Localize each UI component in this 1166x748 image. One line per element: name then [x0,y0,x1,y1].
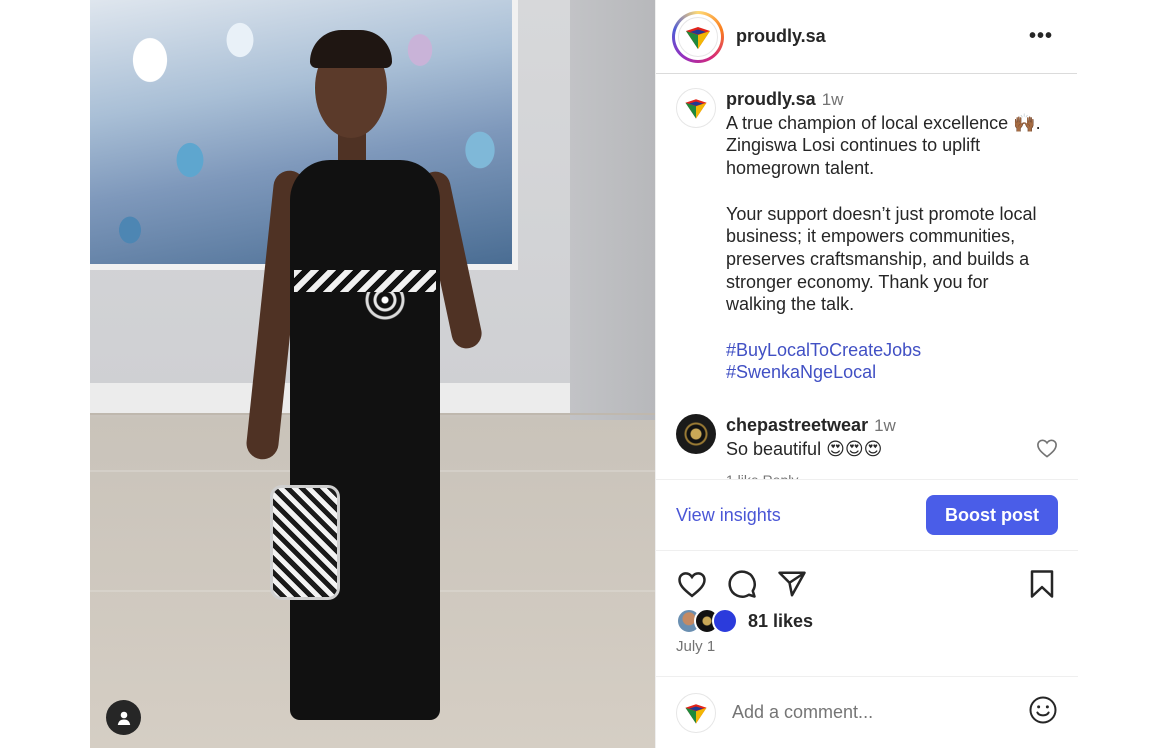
caption-line: A true champion of local excellence 🙌🏾. [726,112,1041,133]
comment-meta[interactable]: 1 like Reply [726,469,1056,479]
add-comment-bar [656,676,1078,748]
caption-avatar[interactable] [676,88,716,128]
post-header: proudly.sa ••• [656,0,1077,74]
brand-logo-icon [685,99,707,119]
dress-belt [294,270,436,292]
comment-item: chepastreetwear 1w So beautiful 😍😍😍 1 lik… [676,414,1058,479]
caption-line: business; it empowers communities, [726,226,1016,247]
post-date: July 1 [676,638,716,655]
comment-button[interactable] [726,568,758,600]
caption-line: Your support doesn’t just promote local [726,203,1037,224]
hair [310,30,392,68]
post-image[interactable] [90,0,655,748]
likes-count[interactable]: 81 likes [748,611,813,632]
caption-line: stronger economy. Thank you for [726,271,989,292]
heart-icon [1037,439,1057,458]
share-icon [778,571,806,597]
brand-logo-icon [685,703,707,723]
save-button[interactable] [1026,568,1058,600]
caption-body: proudly.sa 1w A true champion of local ex… [726,88,1056,384]
comment-text: So beautiful 😍😍😍 [726,438,883,459]
caption: proudly.sa 1w A true champion of local ex… [676,88,1058,384]
bookmark-icon [1030,570,1054,598]
comment-icon [728,570,756,598]
action-bar [676,566,1058,602]
caption-line: preserves craftsmanship, and builds a [726,248,1030,269]
handbag [270,485,340,600]
commenter-avatar[interactable] [676,414,716,455]
hashtag-link[interactable]: #BuyLocalToCreateJobs [726,339,1056,362]
current-user-avatar [676,692,716,733]
caption-line: Zingiswa Losi continues to uplift [726,135,981,156]
wall [570,0,655,420]
heart-icon [678,572,706,598]
person-figure [244,30,540,730]
post-author-username[interactable]: proudly.sa [736,26,826,47]
liker-avatar [712,608,738,634]
insights-bar: View insights Boost post [656,479,1078,551]
brand-logo-icon [678,16,718,57]
caption-line: homegrown talent. [726,158,875,179]
comments-section: proudly.sa 1w A true champion of local ex… [656,74,1078,479]
post-details-panel: proudly.sa ••• proudly.sa 1w A true champ… [655,0,1078,748]
like-comment-button[interactable] [1036,438,1058,463]
story-ring-avatar[interactable] [672,10,724,63]
user-icon [117,711,130,725]
emoji-icon [1029,696,1057,724]
tagged-user-button[interactable] [106,700,141,735]
more-options-icon[interactable]: ••• [1029,25,1053,48]
hashtag-link[interactable]: #SwenkaNgeLocal [726,361,1056,384]
caption-time: 1w [821,90,844,109]
comment-input[interactable] [732,702,992,723]
share-button[interactable] [776,568,808,600]
commenter-username[interactable]: chepastreetwear [726,415,868,435]
comment-time: 1w [874,416,896,436]
comment-body: chepastreetwear 1w So beautiful 😍😍😍 1 lik… [726,414,1056,479]
boost-post-button[interactable]: Boost post [926,495,1058,535]
likes-summary[interactable]: 81 likes [676,608,813,634]
like-button[interactable] [676,568,708,600]
emoji-picker-button[interactable] [1028,695,1058,730]
patterned-dress [290,160,440,720]
caption-username[interactable]: proudly.sa [726,89,816,109]
view-insights-link[interactable]: View insights [676,505,781,526]
caption-line: walking the talk. [726,294,855,315]
